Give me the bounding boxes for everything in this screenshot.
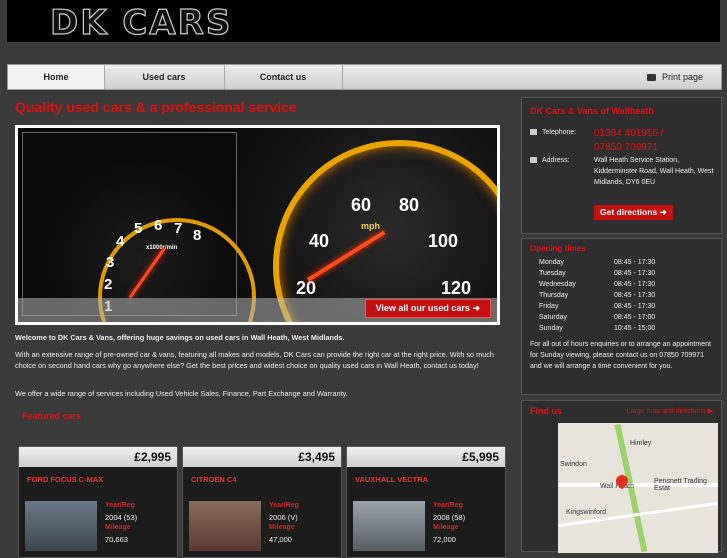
opening-day: Sunday <box>539 325 563 332</box>
map-label-pensnett: Pensnett Trading Estat <box>654 478 707 492</box>
opening-day: Friday <box>539 303 559 310</box>
speed-num-40: 40 <box>309 231 330 251</box>
speed-num-60: 60 <box>351 195 372 215</box>
car-thumbnail[interactable] <box>189 501 261 551</box>
opening-time: 10:45 - 15:00 <box>614 325 656 332</box>
view-all-label: View all our used cars <box>375 303 470 313</box>
car-thumbnail[interactable] <box>25 501 97 551</box>
opening-time: 08:45 - 17:30 <box>614 281 656 288</box>
phone-number-2[interactable]: 07850 709971 <box>594 141 664 155</box>
large-map-link[interactable]: Large map and directions ▶ <box>627 407 713 415</box>
car-price: £3,495 <box>183 447 341 467</box>
main-nav: Home Used cars Contact us Print page <box>7 64 722 90</box>
car-card-vauxhall-vectra[interactable]: £5,995 VAUXHALL VECTRA Year/Reg 2008 (58… <box>346 446 506 558</box>
phone-icon <box>530 129 537 135</box>
speed-num-120: 120 <box>441 278 472 298</box>
print-label: Print page <box>661 72 703 82</box>
mileage-label: Mileage <box>269 524 295 531</box>
car-name[interactable]: VAUXHALL VECTRA <box>355 475 428 484</box>
mileage-value: 70,663 <box>105 535 128 544</box>
opening-day: Saturday <box>539 314 568 321</box>
get-directions-label: Get directions <box>600 207 658 217</box>
nav-contact-us[interactable]: Contact us <box>224 65 343 89</box>
rpm-num-6: 6 <box>154 217 163 234</box>
car-name[interactable]: CITROEN C4 <box>191 475 236 484</box>
speed-num-20: 20 <box>296 278 317 298</box>
large-map-label: Large map and directions <box>626 408 706 415</box>
speed-num-100: 100 <box>428 231 459 251</box>
opening-day: Wednesday <box>539 281 576 288</box>
map-label-kingswinford: Kingswinford <box>566 509 607 516</box>
opening-day: Tuesday <box>539 270 566 277</box>
contact-title: DK Cars & Vans of Wallheath <box>530 106 654 116</box>
mileage-label: Mileage <box>105 524 131 531</box>
page-headline: Quality used cars & a professional servi… <box>15 99 297 115</box>
mileage-value: 47,000 <box>269 535 292 544</box>
intro-text: Welcome to DK Cars & Vans, offering huge… <box>15 333 345 342</box>
rpm-num-4: 4 <box>116 233 125 250</box>
hero-banner: 20 40 60 80 100 120 140 mph 1 2 3 4 5 6 … <box>15 125 500 325</box>
car-card-ford-focus[interactable]: £2,995 FORD FOCUS C-MAX Year/Reg 2004 (5… <box>18 446 178 558</box>
opening-times-box: Opening times Monday 08:45 - 17:30 Tuesday… <box>521 238 722 395</box>
find-us-box: Find us Large map and directions ▶ Himle… <box>521 400 722 553</box>
speed-num-80: 80 <box>399 195 420 215</box>
car-card-citroen-c4[interactable]: £3,495 CITROEN C4 Year/Reg 2006 (V) Mile… <box>182 446 342 558</box>
opening-time: 08:45 - 17:30 <box>614 259 656 266</box>
rpm-num-5: 5 <box>134 220 143 237</box>
get-directions-button[interactable]: Get directions ➜ <box>594 205 673 220</box>
opening-time: 08:45 - 17:30 <box>614 303 656 310</box>
printer-icon <box>646 74 656 82</box>
year-label: Year/Reg <box>269 502 299 509</box>
site-header: DK CARS <box>7 0 720 44</box>
map-label-himley: Himley <box>630 440 652 447</box>
year-value: 2006 (V) <box>269 513 298 522</box>
telephone-label: Telephone: <box>542 129 577 136</box>
car-price: £5,995 <box>347 447 505 467</box>
opening-day: Monday <box>539 259 564 266</box>
address-label: Address: <box>542 157 570 164</box>
car-thumbnail[interactable] <box>353 501 425 551</box>
year-label: Year/Reg <box>433 502 463 509</box>
rpm-num-8: 8 <box>193 227 202 244</box>
rpm-num-2: 2 <box>104 276 113 293</box>
out-of-hours-note: For all out of hours enquiries or to arr… <box>530 341 711 370</box>
nav-home[interactable]: Home <box>8 65 105 89</box>
opening-times-title: Opening times <box>530 244 586 253</box>
opening-time: 08:45 - 17:00 <box>614 314 656 321</box>
map-label-swindon: Swindon <box>560 461 587 468</box>
year-label: Year/Reg <box>105 502 135 509</box>
description-text: With an extensive range of pre-owned car… <box>15 350 494 370</box>
find-us-title: Find us <box>530 406 562 416</box>
site-logo[interactable]: DK CARS <box>49 2 232 43</box>
phone-numbers[interactable]: 01384 401955 / 07850 709971 <box>594 127 664 155</box>
location-map[interactable]: Himley Swindon Wall Heath Pensnett Tradi… <box>558 423 718 553</box>
year-value: 2004 (53) <box>105 513 138 522</box>
opening-day: Thursday <box>539 292 569 299</box>
services-text: We offer a wide range of services includ… <box>15 389 348 398</box>
print-page-link[interactable]: Print page <box>646 65 703 89</box>
address-text: Wall Heath Service Station, Kidderminste… <box>594 157 714 186</box>
opening-time: 08:45 - 17:30 <box>614 270 656 277</box>
opening-time: 08:45 - 17:30 <box>614 292 656 299</box>
car-name[interactable]: FORD FOCUS C-MAX <box>27 475 103 484</box>
mph-label: mph <box>361 221 380 231</box>
mileage-value: 72,000 <box>433 535 456 544</box>
rpm-num-7: 7 <box>174 220 183 237</box>
car-price: £2,995 <box>19 447 177 467</box>
contact-box: DK Cars & Vans of Wallheath Telephone: 0… <box>521 97 722 234</box>
address-icon <box>530 157 537 163</box>
nav-used-cars[interactable]: Used cars <box>104 65 225 89</box>
speedometer-image: 20 40 60 80 100 120 140 mph 1 2 3 4 5 6 … <box>18 128 497 322</box>
year-value: 2008 (58) <box>433 513 466 522</box>
phone-number-1[interactable]: 01384 401955 / <box>594 127 664 141</box>
mileage-label: Mileage <box>433 524 459 531</box>
view-all-used-cars-button[interactable]: View all our used cars ➜ <box>364 299 491 318</box>
featured-cars-title: Featured cars <box>22 411 82 421</box>
rpm-num-3: 3 <box>106 254 115 271</box>
